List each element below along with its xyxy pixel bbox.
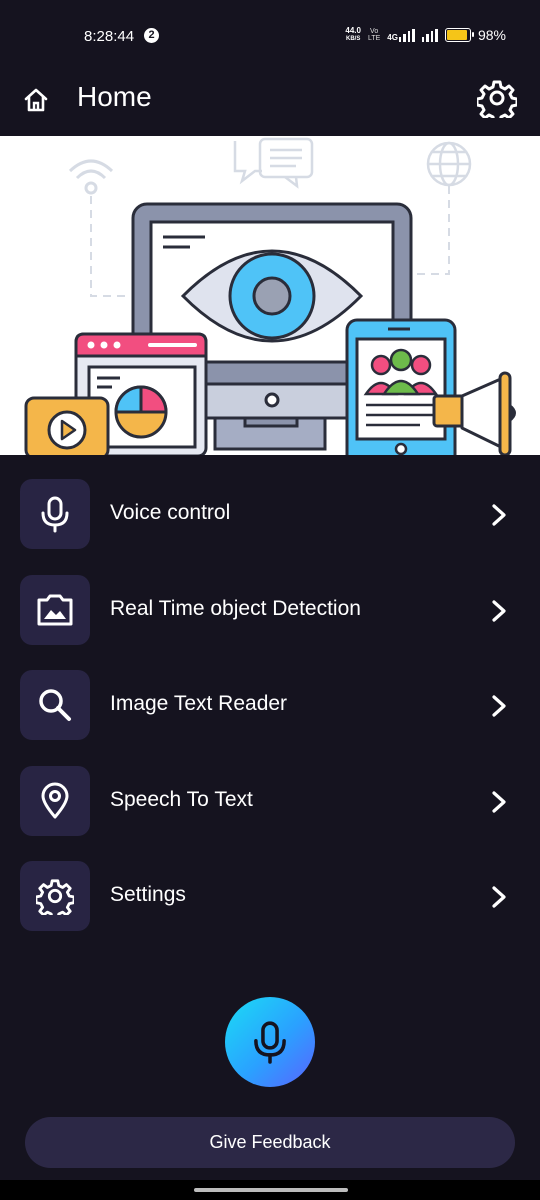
banner-illustration [0, 136, 540, 455]
net-speed-unit: KB/S [346, 36, 361, 42]
app-bar: Home [0, 72, 540, 136]
volte-top: Vo [370, 28, 379, 35]
chevron-right-icon [492, 504, 506, 526]
volte-indicator: Vo LTE [368, 28, 380, 42]
menu-item-object-detection[interactable]: Real Time object Detection [0, 571, 540, 651]
home-icon[interactable] [22, 86, 50, 114]
monitor-eye-devices-illustration [24, 137, 516, 455]
search-icon [39, 689, 71, 721]
tile-image-text-reader [20, 670, 90, 740]
menu-item-label: Image Text Reader [110, 692, 288, 715]
microphone-icon [254, 1021, 286, 1064]
menu-item-label: Real Time object Detection [110, 597, 361, 620]
gear-icon[interactable] [477, 78, 517, 118]
menu-item-voice-control[interactable]: Voice control [0, 475, 540, 555]
video-play-icon [24, 396, 110, 455]
wifi-icon [68, 159, 114, 195]
net-speed: 44.0 KB/S [345, 27, 361, 43]
menu-item-label: Voice control [110, 501, 231, 524]
image-frame-icon [37, 594, 73, 626]
microphone-button[interactable] [225, 997, 315, 1087]
page-title: Home [77, 81, 152, 112]
net-speed-value: 44.0 [345, 26, 361, 35]
battery-fill [446, 30, 467, 40]
signal-bars-1-icon [398, 28, 415, 42]
status-icons: 44.0 KB/S Vo LTE 4G 98% [345, 27, 506, 44]
chevron-right-icon [492, 695, 506, 717]
volte-bottom: LTE [367, 35, 381, 42]
chevron-right-icon [492, 600, 506, 622]
menu-item-settings[interactable]: Settings [0, 857, 540, 937]
give-feedback-button[interactable]: Give Feedback [25, 1117, 515, 1168]
location-pin-icon [41, 782, 69, 819]
menu-item-label: Speech To Text [110, 788, 253, 811]
gear-icon [36, 879, 74, 915]
chevron-right-icon [492, 791, 506, 813]
battery-percent: 98% [477, 27, 506, 43]
globe-icon [426, 141, 472, 187]
battery-icon [444, 28, 474, 42]
network-type: 4G [387, 32, 398, 42]
chat-bubbles-icon [233, 137, 314, 189]
system-nav-bar [0, 1180, 540, 1200]
menu-item-speech-to-text[interactable]: Speech To Text [0, 762, 540, 842]
gesture-handle[interactable] [194, 1188, 348, 1192]
tile-voice-control [20, 479, 90, 549]
tile-object-detection [20, 575, 90, 645]
menu-item-label: Settings [110, 883, 186, 906]
menu-item-image-text-reader[interactable]: Image Text Reader [0, 666, 540, 746]
microphone-icon [41, 496, 69, 533]
tile-settings [20, 861, 90, 931]
phone-icon [345, 318, 457, 455]
notification-count-badge: 2 [144, 28, 159, 43]
signal-4g: 4G [387, 28, 415, 42]
tile-speech-to-text [20, 766, 90, 836]
status-time: 8:28:44 [84, 28, 135, 45]
signal-bars-2-icon [421, 28, 438, 42]
status-bar: 8:28:44 2 44.0 KB/S Vo LTE 4G 98% [0, 0, 540, 72]
chevron-right-icon [492, 886, 506, 908]
